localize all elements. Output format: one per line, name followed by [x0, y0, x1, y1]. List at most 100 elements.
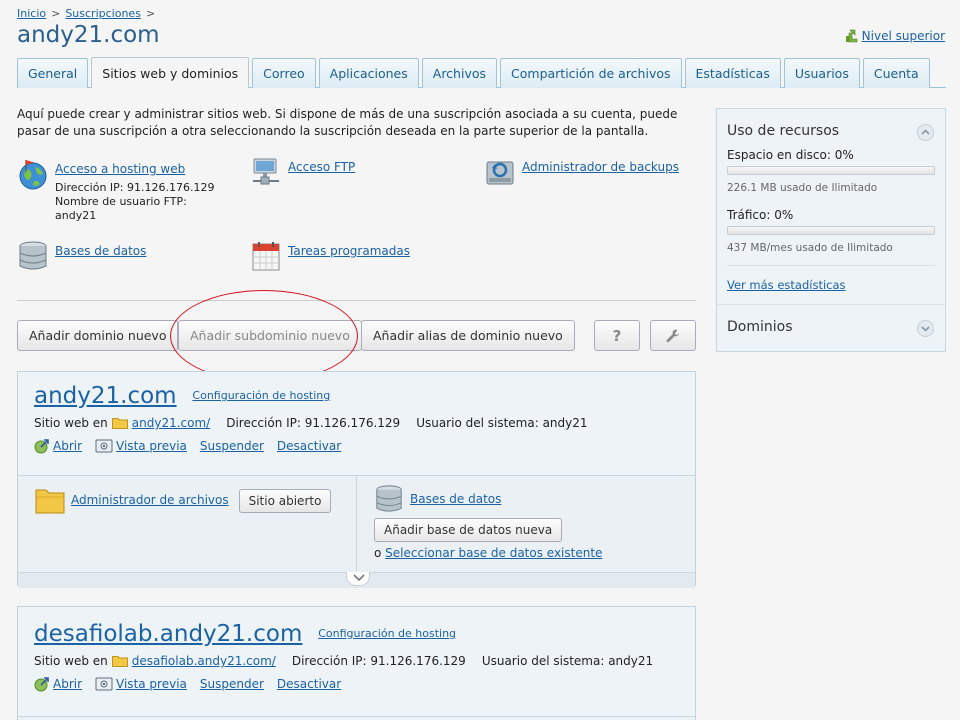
open-site-button[interactable]: Sitio abierto	[238, 489, 332, 513]
site-info: Sitio web en andy21.com/ Dirección IP: 9…	[34, 416, 679, 430]
tab-account[interactable]: Cuenta	[862, 58, 930, 88]
tab-users[interactable]: Usuarios	[783, 58, 860, 88]
add-subdomain-button[interactable]: Añadir subdominio nuevo	[178, 320, 362, 351]
site-name-link[interactable]: andy21.com	[34, 383, 177, 409]
site-info: Sitio web en desafiolab.andy21.com/ Dire…	[34, 654, 679, 668]
hosting-access-link[interactable]: Acceso a hosting web	[55, 162, 185, 176]
up-level-link[interactable]: Nivel superior	[844, 29, 945, 43]
resource-usage-title: Uso de recursos	[727, 123, 840, 139]
intro-text: Aquí puede crear y administrar sitios we…	[17, 107, 678, 138]
breadcrumb-subscriptions-link[interactable]: Suscripciones	[65, 7, 141, 20]
resource-usage-section: Uso de recursos Espacio en disco: 0% 226…	[717, 109, 945, 305]
site-ip: Dirección IP: 91.126.176.129	[291, 654, 466, 668]
site-databases-link[interactable]: Bases de datos	[410, 492, 501, 506]
expand-icon[interactable]	[917, 320, 934, 337]
site-at-label: Sitio web en	[34, 654, 108, 668]
traffic-label: Tráfico: 0%	[727, 208, 794, 222]
open-action[interactable]: Abrir	[34, 676, 82, 692]
add-domain-alias-button[interactable]: Añadir alias de dominio nuevo	[361, 320, 575, 351]
open-action[interactable]: Abrir	[34, 438, 82, 454]
preview-link[interactable]: Vista previa	[116, 677, 187, 691]
chevron-down-icon[interactable]	[346, 572, 370, 586]
folder-icon	[35, 489, 65, 514]
databases-section: Bases de datos Añadir base de datos nuev…	[357, 476, 695, 572]
site-body: Administrador de archivos Sitio abierto …	[18, 476, 695, 572]
open-link[interactable]: Abrir	[53, 677, 82, 691]
open-link[interactable]: Abrir	[53, 439, 82, 453]
select-database-link[interactable]: Seleccionar base de datos existente	[385, 546, 602, 560]
site-folder-link[interactable]: andy21.com/	[132, 416, 210, 430]
breadcrumb-separator: >	[51, 7, 61, 20]
backup-manager-link[interactable]: Administrador de backups	[522, 160, 679, 174]
up-level-label[interactable]: Nivel superior	[862, 29, 945, 43]
breadcrumb-separator: >	[145, 7, 156, 20]
open-icon	[34, 439, 49, 454]
preview-action[interactable]: Vista previa	[95, 677, 187, 691]
wrench-icon	[666, 329, 680, 342]
tab-general[interactable]: General	[17, 58, 89, 88]
disk-usage-bar	[727, 166, 935, 175]
ftp-access-link[interactable]: Acceso FTP	[288, 160, 355, 174]
site-panel: andy21.com Configuración de hosting Siti…	[17, 371, 696, 588]
scheduled-tasks-link[interactable]: Tareas programadas	[288, 244, 410, 258]
database-icon	[376, 485, 402, 512]
site-name-link[interactable]: desafiolab.andy21.com	[34, 621, 302, 647]
site-header: andy21.com Configuración de hosting Siti…	[18, 372, 695, 476]
select-db-prefix: o	[374, 546, 382, 560]
expand-toggle[interactable]	[18, 572, 695, 588]
collapse-icon[interactable]	[917, 124, 934, 141]
disable-link[interactable]: Desactivar	[277, 677, 341, 691]
tab-mail[interactable]: Correo	[252, 58, 316, 88]
site-actions: Abrir Vista previa Suspender Desactivar	[34, 676, 679, 692]
folder-icon	[111, 418, 128, 429]
tool-hosting-access: Acceso a hosting web Dirección IP: 91.12…	[17, 158, 214, 223]
preview-icon	[95, 677, 113, 691]
ftp-user-label: Nombre de usuario FTP:	[55, 195, 187, 208]
suspend-link[interactable]: Suspender	[200, 677, 264, 691]
site-folder-link[interactable]: desafiolab.andy21.com/	[132, 654, 276, 668]
calendar-icon	[252, 242, 280, 271]
preview-link[interactable]: Vista previa	[116, 439, 187, 453]
tool-ftp-access: Acceso FTP	[250, 156, 355, 188]
up-arrow-icon	[845, 29, 857, 43]
tab-statistics[interactable]: Estadísticas	[684, 58, 781, 88]
file-manager-link[interactable]: Administrador de archivos	[71, 493, 229, 507]
domains-section: Dominios	[717, 305, 945, 351]
traffic-bar	[727, 226, 935, 235]
system-user: Usuario del sistema: andy21	[416, 416, 588, 430]
tool-databases: Bases de datos	[17, 240, 146, 272]
settings-button[interactable]	[650, 320, 696, 351]
suspend-link[interactable]: Suspender	[200, 439, 264, 453]
hosting-config-link[interactable]: Configuración de hosting	[318, 627, 456, 640]
page-title: andy21.com	[17, 22, 160, 48]
add-domain-button[interactable]: Añadir dominio nuevo	[17, 320, 179, 351]
folder-icon	[111, 656, 128, 667]
preview-action[interactable]: Vista previa	[95, 439, 187, 453]
tab-websites-domains[interactable]: Sitios web y dominios	[91, 57, 250, 88]
breadcrumb-home-link[interactable]: Inicio	[17, 7, 46, 20]
open-icon	[34, 677, 49, 692]
site-header: desafiolab.andy21.com Configuración de h…	[18, 607, 695, 717]
tab-file-sharing[interactable]: Compartición de archivos	[500, 58, 682, 88]
tab-bar: General Sitios web y dominios Correo Apl…	[17, 57, 946, 88]
more-stats-link[interactable]: Ver más estadísticas	[727, 278, 846, 292]
site-actions: Abrir Vista previa Suspender Desactivar	[34, 438, 679, 454]
site-panel: desafiolab.andy21.com Configuración de h…	[17, 606, 696, 720]
databases-link[interactable]: Bases de datos	[55, 244, 146, 258]
add-database-button[interactable]: Añadir base de datos nueva	[374, 518, 563, 542]
tab-applications[interactable]: Aplicaciones	[318, 58, 419, 88]
disk-usage-detail: 226.1 MB usado de Ilimitado	[727, 182, 878, 194]
site-ip: Dirección IP: 91.126.176.129	[226, 416, 401, 430]
preview-icon	[95, 439, 113, 453]
ip-address: Dirección IP: 91.126.176.129	[55, 181, 215, 194]
globe-flag-icon	[19, 160, 47, 190]
help-button[interactable]: ?	[594, 320, 640, 351]
domains-title: Dominios	[727, 319, 793, 335]
tool-backup-manager: Administrador de backups	[484, 156, 679, 188]
ftp-network-icon	[253, 158, 279, 185]
divider	[17, 300, 696, 301]
hosting-config-link[interactable]: Configuración de hosting	[192, 389, 330, 402]
disable-link[interactable]: Desactivar	[277, 439, 341, 453]
disk-usage-label: Espacio en disco: 0%	[727, 148, 854, 162]
tab-files[interactable]: Archivos	[421, 58, 498, 88]
